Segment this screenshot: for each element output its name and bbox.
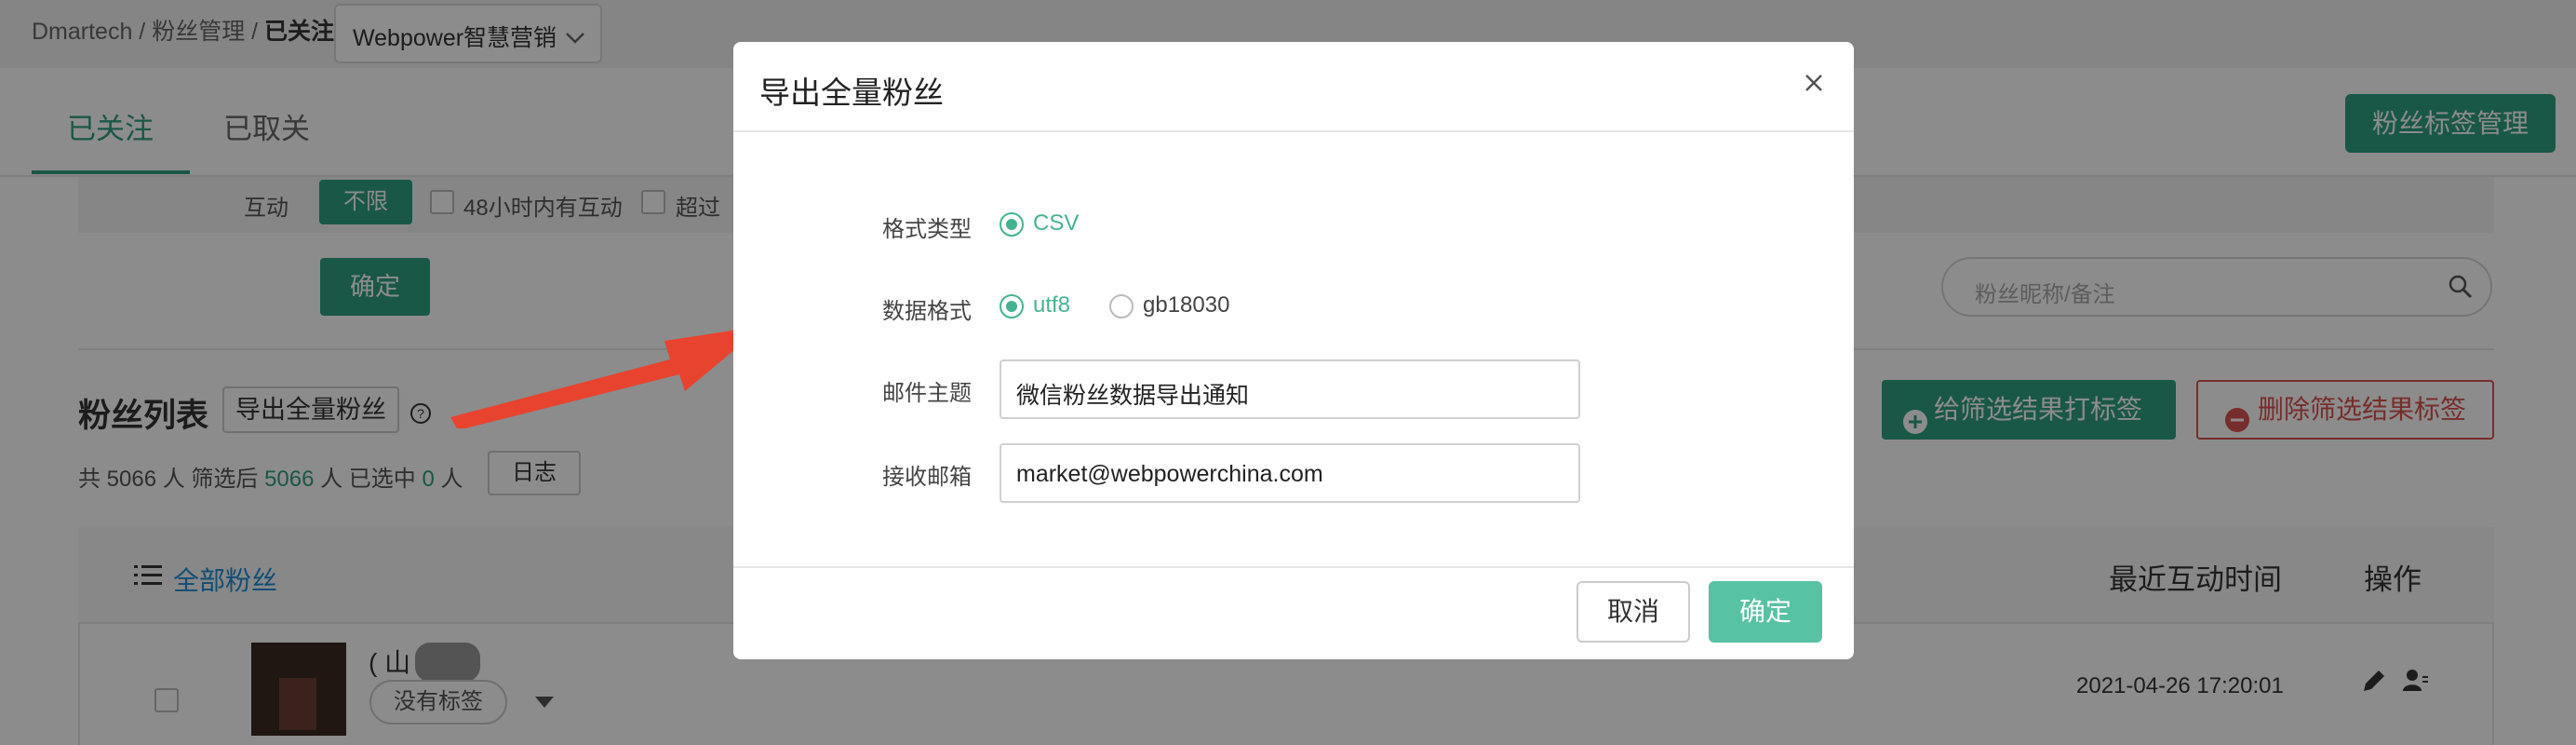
modal-title: 导出全量粉丝 bbox=[759, 75, 944, 110]
modal-header-divider bbox=[733, 130, 1854, 132]
format-type-label: 格式类型 bbox=[882, 217, 972, 242]
encoding-gb18030-label[interactable]: gb18030 bbox=[1143, 292, 1229, 318]
arrow-annotation bbox=[437, 298, 772, 433]
recipient-email-input[interactable]: market@webpowerchina.com bbox=[1000, 443, 1580, 503]
recipient-email-label: 接收邮箱 bbox=[882, 465, 972, 490]
encoding-utf8-label[interactable]: utf8 bbox=[1033, 292, 1070, 318]
confirm-button[interactable]: 确定 bbox=[1709, 581, 1822, 643]
encoding-utf8-radio[interactable] bbox=[1000, 294, 1024, 318]
format-csv-radio[interactable] bbox=[1000, 212, 1024, 237]
email-subject-input[interactable]: 微信粉丝数据导出通知 bbox=[1000, 359, 1580, 419]
encoding-gb18030-radio[interactable] bbox=[1109, 294, 1134, 318]
close-icon[interactable] bbox=[1804, 73, 1824, 98]
data-format-label: 数据格式 bbox=[882, 299, 972, 324]
format-csv-label[interactable]: CSV bbox=[1033, 210, 1079, 237]
email-subject-label: 邮件主题 bbox=[882, 381, 972, 406]
cancel-button[interactable]: 取消 bbox=[1576, 581, 1690, 643]
modal-footer-divider bbox=[733, 566, 1854, 568]
